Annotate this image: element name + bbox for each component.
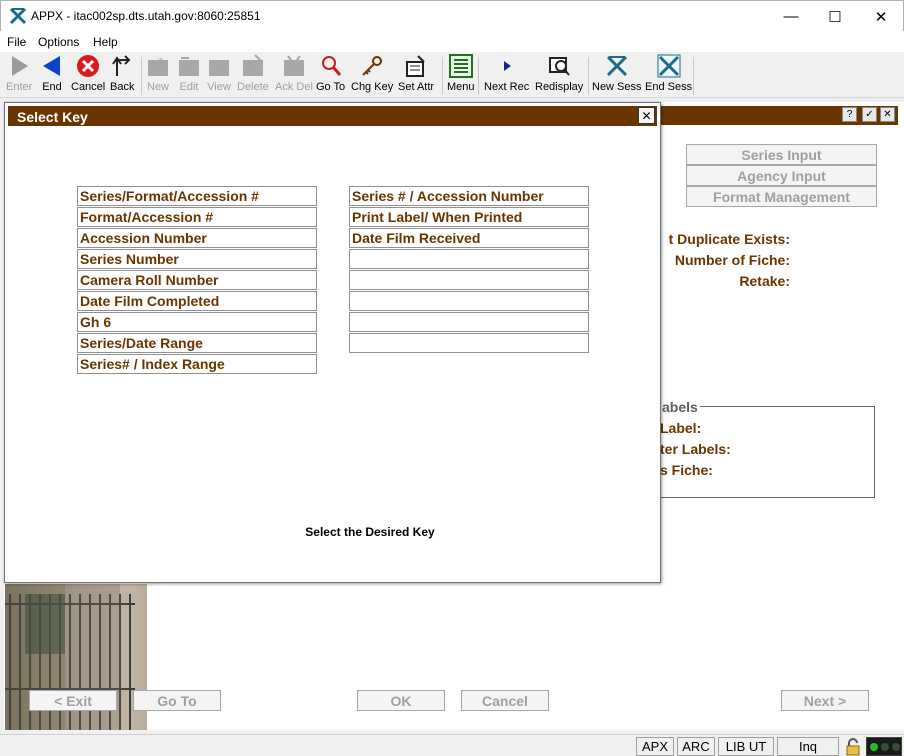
window-title: APPX - itac002sp.dts.utah.gov:8060:25851 xyxy=(31,9,261,23)
toolbar-view-button[interactable]: View xyxy=(207,54,231,96)
key-option-empty[interactable] xyxy=(349,270,589,290)
labels-group-title: abels xyxy=(660,399,700,415)
toolbar: Enter End Cancel Back New Edit View Dele… xyxy=(0,52,904,98)
status-bar: APX ARC LIB UT Inq xyxy=(0,734,904,756)
status-arc: ARC xyxy=(677,737,715,756)
toolbar-end-button[interactable]: End xyxy=(40,54,64,96)
key-option[interactable]: Gh 6 xyxy=(77,312,317,332)
toolbar-goto-button[interactable]: Go To xyxy=(316,54,345,96)
enter-arrow-icon xyxy=(7,54,31,78)
magnifier-icon xyxy=(319,54,343,78)
key-option[interactable]: Series/Format/Accession # xyxy=(77,186,317,206)
ack-delete-icon xyxy=(282,54,306,78)
toolbar-redisplay-button[interactable]: Redisplay xyxy=(535,54,583,96)
delete-icon xyxy=(241,54,265,78)
menu-list-icon xyxy=(448,54,473,78)
menu-help[interactable]: Help xyxy=(93,35,118,49)
status-apx: APX xyxy=(636,737,674,756)
label-field: Label: xyxy=(660,420,702,436)
background-close-button[interactable]: ✕ xyxy=(880,107,895,122)
status-mode: Inq xyxy=(777,737,839,756)
menu-bar: File Options Help xyxy=(0,31,904,52)
series-input-button[interactable]: Series Input xyxy=(686,144,877,165)
key-option[interactable]: Series # / Accession Number xyxy=(349,186,589,206)
cancel-button[interactable]: Cancel xyxy=(461,690,549,711)
key-option[interactable]: Print Label/ When Printed xyxy=(349,207,589,227)
end-arrow-icon xyxy=(40,54,64,78)
toolbar-cancel-button[interactable]: Cancel xyxy=(71,54,105,96)
toolbar-separator xyxy=(141,57,142,95)
new-icon xyxy=(146,54,170,78)
key-option[interactable]: Accession Number xyxy=(77,228,317,248)
next-record-icon xyxy=(495,54,519,78)
number-of-fiche-label: Number of Fiche: xyxy=(674,252,790,268)
goto-button[interactable]: Go To xyxy=(133,690,221,711)
minimize-button[interactable]: — xyxy=(769,1,813,32)
toolbar-edit-button[interactable]: Edit xyxy=(177,54,201,96)
retake-label: Retake: xyxy=(739,273,790,289)
toolbar-menu-button[interactable]: Menu xyxy=(447,54,475,96)
key-icon xyxy=(360,54,384,78)
key-option[interactable]: Format/Accession # xyxy=(77,207,317,227)
window-title-bar: APPX - itac002sp.dts.utah.gov:8060:25851… xyxy=(0,0,904,31)
agency-input-button[interactable]: Agency Input xyxy=(686,165,877,186)
toolbar-separator xyxy=(442,57,443,95)
new-session-icon xyxy=(605,54,629,78)
key-option[interactable]: Date Film Completed xyxy=(77,291,317,311)
key-option[interactable]: Series# / Index Range xyxy=(77,354,317,374)
key-option-empty[interactable] xyxy=(349,333,589,353)
set-attributes-icon xyxy=(404,54,428,78)
connection-status-lights-icon xyxy=(866,737,902,756)
toolbar-enter-button[interactable]: Enter xyxy=(6,54,32,96)
toolbar-new-session-button[interactable]: New Sess xyxy=(592,54,642,96)
back-icon xyxy=(110,54,134,78)
maximize-button[interactable]: ☐ xyxy=(813,1,857,32)
toolbar-ack-delete-button[interactable]: Ack Del xyxy=(275,54,313,96)
close-window-button[interactable]: ✕ xyxy=(859,1,903,32)
menu-file[interactable]: File xyxy=(7,35,26,49)
toolbar-separator xyxy=(693,57,694,95)
menu-options[interactable]: Options xyxy=(38,35,79,49)
status-lib: LIB UT xyxy=(718,737,774,756)
toolbar-end-session-button[interactable]: End Sess xyxy=(645,54,692,96)
key-option-empty[interactable] xyxy=(349,312,589,332)
background-ok-button[interactable]: ✓ xyxy=(862,107,877,122)
edit-icon xyxy=(177,54,201,78)
toolbar-change-key-button[interactable]: Chg Key xyxy=(351,54,393,96)
cancel-icon xyxy=(76,54,100,78)
key-option[interactable]: Camera Roll Number xyxy=(77,270,317,290)
dialog-prompt: Select the Desired Key xyxy=(305,525,435,539)
toolbar-delete-button[interactable]: Delete xyxy=(237,54,269,96)
redisplay-icon xyxy=(547,54,571,78)
lock-icon xyxy=(844,738,862,756)
toolbar-next-record-button[interactable]: Next Rec xyxy=(484,54,529,96)
key-option-empty[interactable] xyxy=(349,249,589,269)
next-button[interactable]: Next > xyxy=(781,690,869,711)
fiche-field: s Fiche: xyxy=(660,462,713,478)
toolbar-new-button[interactable]: New xyxy=(146,54,170,96)
ok-button[interactable]: OK xyxy=(357,690,445,711)
toolbar-separator xyxy=(588,57,589,95)
dialog-title: Select Key xyxy=(8,106,657,126)
toolbar-back-button[interactable]: Back xyxy=(110,54,134,96)
exit-button[interactable]: < Exit xyxy=(29,690,117,711)
key-option-empty[interactable] xyxy=(349,291,589,311)
key-option[interactable]: Date Film Received xyxy=(349,228,589,248)
toolbar-separator xyxy=(478,57,479,95)
duplicate-exists-label: t Duplicate Exists: xyxy=(668,231,790,247)
toolbar-set-attr-button[interactable]: Set Attr xyxy=(398,54,434,96)
background-help-button[interactable]: ? xyxy=(842,107,857,122)
view-icon xyxy=(207,54,231,78)
letter-labels-field: ter Labels: xyxy=(660,441,731,457)
end-session-icon xyxy=(657,54,681,78)
key-option[interactable]: Series/Date Range xyxy=(77,333,317,353)
format-management-button[interactable]: Format Management xyxy=(686,186,877,207)
appx-logo-icon xyxy=(9,7,27,25)
key-option[interactable]: Series Number xyxy=(77,249,317,269)
dialog-close-button[interactable]: ✕ xyxy=(638,107,655,124)
